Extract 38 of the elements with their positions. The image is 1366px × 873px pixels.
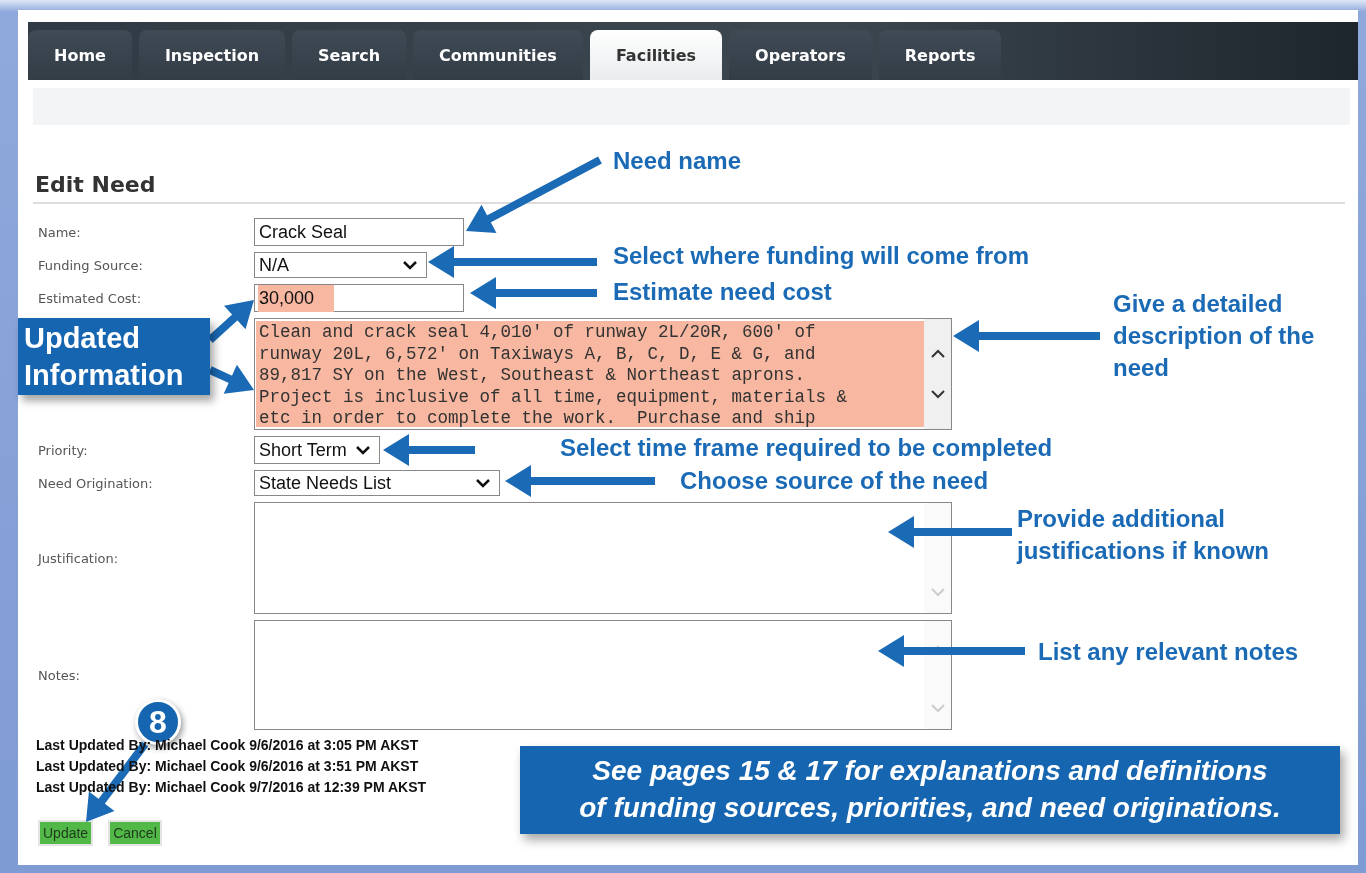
callout-text: List any relevant notes (1038, 637, 1300, 667)
callout-text: Provide additional justifications if known (1017, 504, 1270, 566)
field-label: Justification: (38, 550, 119, 566)
arrow (208, 364, 254, 394)
text-field[interactable]: 30,000 (254, 284, 464, 312)
text-field[interactable]: Crack Seal (254, 218, 464, 246)
callout-text: Choose source of the need (680, 466, 990, 496)
field-label: Notes: (38, 667, 80, 683)
chevron-down-icon (475, 478, 491, 488)
arrow (207, 300, 254, 343)
chevron-down-icon (355, 445, 371, 455)
tab[interactable]: Home (28, 30, 132, 80)
field-label: Need Origination: (38, 475, 153, 491)
field-label: Estimated Cost: (38, 290, 142, 306)
note-box: See pages 15 & 17 for explanations and definitions of funding sources, priorities, and need originations. (520, 746, 1340, 834)
callout-text: Select where funding will come from (613, 241, 1031, 271)
callout-text: Estimate need cost (613, 277, 833, 307)
field-label: Name: (38, 224, 81, 240)
dropdown[interactable]: State Needs List (254, 470, 500, 496)
tab[interactable]: Reports (878, 30, 1002, 80)
tab[interactable]: Operators (729, 30, 872, 80)
tab[interactable]: Facilities (589, 30, 723, 80)
tab[interactable]: Search (292, 30, 406, 80)
dropdown[interactable]: N/A (254, 252, 427, 278)
updated-information-label: Updated Information (18, 318, 210, 395)
update-button[interactable]: Update (38, 820, 94, 846)
cancel-button[interactable]: Cancel (108, 820, 162, 846)
dropdown[interactable]: Short Term (254, 436, 380, 464)
chevron-down-icon (402, 260, 418, 270)
callout-text: Select time frame required to be completed (560, 433, 1054, 463)
field-label: Funding Source: (38, 257, 143, 273)
field-label: Priority: (38, 442, 88, 458)
tab[interactable]: Communities (413, 30, 583, 80)
text-area[interactable]: Clean and crack seal 4,010' of runway 2L/20R, 600' of runway 20L, 6,572' on Taxiways A, B, C, D, E & G, and 89,817 SY on the West, Southeast & Northeast aprons. Project is inclusive of all time, equipment, materials & etc in order to complete the work. Purchase and ship (254, 318, 952, 430)
callout-text: Give a detailed description of the need (1113, 289, 1316, 383)
callout-text: Need name (613, 146, 743, 176)
scroll-down-icon[interactable] (929, 389, 946, 399)
page-heading: Edit Need (35, 172, 157, 197)
